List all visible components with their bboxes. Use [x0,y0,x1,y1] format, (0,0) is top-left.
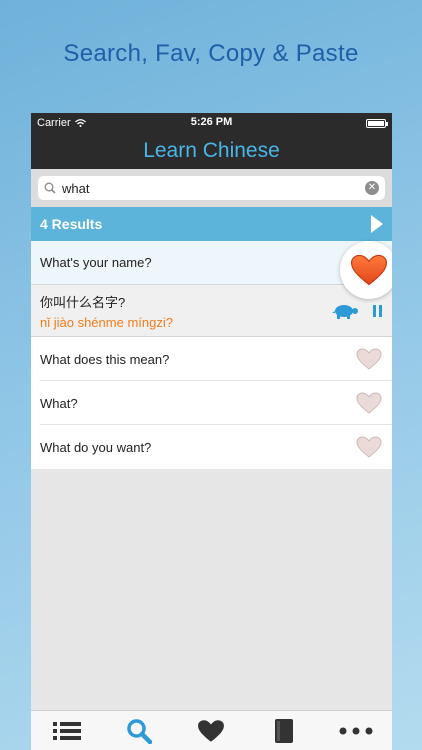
status-bar: Carrier 5:26 PM [31,113,392,133]
more-icon [339,727,373,734]
favorite-badge[interactable] [340,241,392,299]
nav-bar: Learn Chinese [31,133,392,169]
results-bar: 4 Results [31,207,392,241]
search-icon [44,182,56,194]
heart-icon[interactable] [356,436,382,458]
heart-icon [350,254,388,286]
search-bar: ✕ [31,169,392,207]
turtle-icon[interactable] [331,303,359,319]
tab-favorites[interactable] [191,715,231,747]
heart-icon[interactable] [356,392,382,414]
tab-search[interactable] [119,715,159,747]
list-item[interactable]: What's your name? [31,241,392,285]
list-item[interactable]: What? [31,381,392,425]
list-item-label: What does this mean? [40,351,170,367]
phone-screen: Carrier 5:26 PM Learn Chinese ✕ 4 Result… [31,113,392,750]
list-item-label: What do you want? [40,439,152,455]
search-field[interactable]: ✕ [38,176,385,200]
pinyin-text: nǐ jiào shénme míngzi? [40,314,173,330]
translation-detail: 你叫什么名字? nǐ jiào shénme míngzi? [31,285,392,337]
wifi-icon [74,119,86,127]
clear-icon[interactable]: ✕ [365,181,379,195]
battery-icon [366,118,388,128]
list-item[interactable]: What does this mean? [31,337,392,381]
list-item-label: What? [40,395,78,411]
hanzi-text: 你叫什么名字? [40,294,126,310]
search-icon [127,718,153,744]
carrier-label: Carrier [37,117,71,129]
tab-bar [31,710,392,750]
search-input[interactable] [62,180,359,196]
list-item[interactable]: What do you want? [31,425,392,469]
heart-icon[interactable] [356,348,382,370]
headline: Search, Fav, Copy & Paste [63,40,359,67]
tab-phrasebook[interactable] [264,715,304,747]
tab-more[interactable] [336,715,376,747]
pause-icon[interactable] [373,304,382,317]
book-icon [274,718,293,743]
tab-list[interactable] [47,715,87,747]
play-icon[interactable] [371,215,383,233]
nav-title: Learn Chinese [143,139,280,162]
heart-icon [198,719,225,742]
results-count: 4 Results [40,216,103,232]
list-icon [53,721,82,740]
list-item-label: What's your name? [40,255,152,270]
